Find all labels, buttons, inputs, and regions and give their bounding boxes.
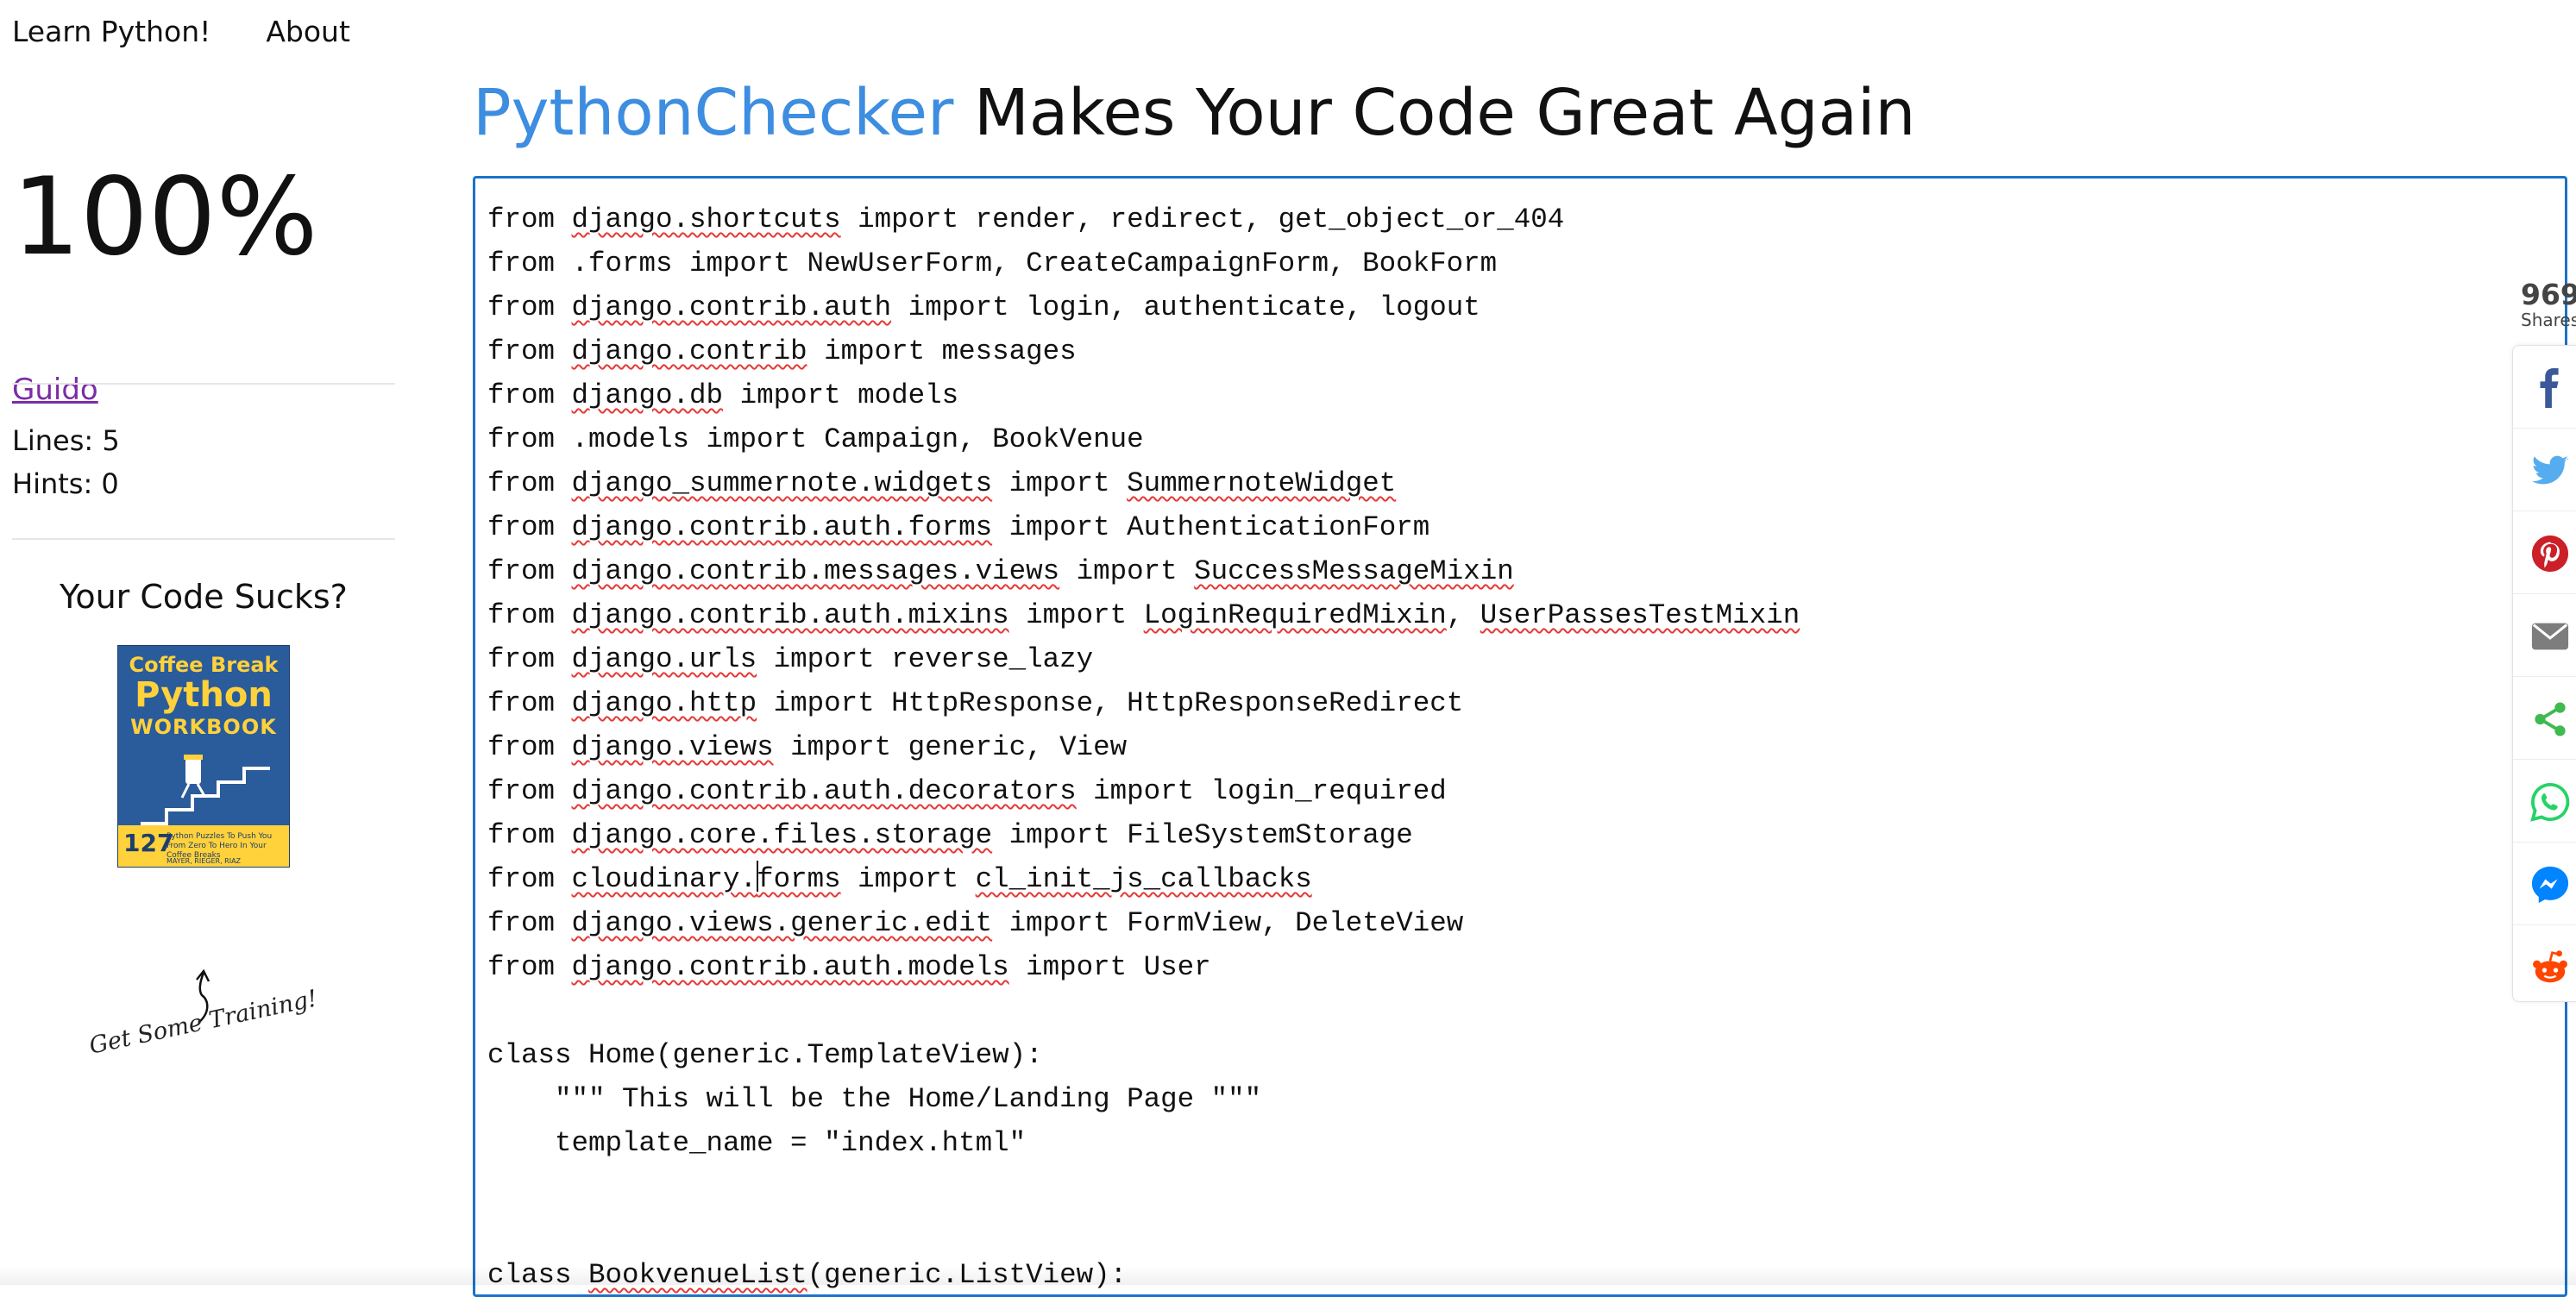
share-counter: 969 Shares	[2521, 278, 2576, 330]
spellcheck-underline: django.views.generic.edit	[571, 907, 993, 939]
top-nav: Learn Python! About	[12, 12, 350, 50]
email-icon	[2531, 623, 2569, 650]
pinterest-share-button[interactable]	[2513, 511, 2576, 594]
spellcheck-underline: django.urls	[571, 643, 757, 675]
code-editor[interactable]: from django.shortcuts import render, red…	[473, 176, 2567, 1297]
score-value: 100%	[12, 155, 318, 279]
stairs-illustration-icon	[141, 755, 270, 825]
spellcheck-underline: cl_init_js_callbacks	[975, 863, 1312, 895]
lines-stat: Lines: 5	[12, 424, 120, 457]
spellcheck-underline: LoginRequiredMixin	[1143, 599, 1447, 631]
sidebar-divider-bottom	[12, 538, 395, 540]
messenger-icon	[2531, 866, 2569, 904]
twitter-icon	[2531, 455, 2569, 485]
share-sidebar	[2512, 345, 2576, 1002]
email-share-button[interactable]	[2513, 594, 2576, 677]
author-link[interactable]: Guido	[12, 373, 98, 407]
spellcheck-underline: cloudinary.forms	[572, 861, 841, 895]
spellcheck-underline: UserPassesTestMixin	[1480, 599, 1800, 631]
spellcheck-underline: django.contrib.auth.models	[571, 951, 1009, 983]
spellcheck-underline: SuccessMessageMixin	[1194, 555, 1514, 587]
spellcheck-underline: SummernoteWidget	[1127, 467, 1397, 499]
spellcheck-underline: django.db	[571, 379, 724, 411]
share-count-value: 969	[2521, 278, 2576, 311]
pinterest-icon	[2531, 535, 2569, 573]
spellcheck-underline: django.contrib.auth	[571, 291, 892, 323]
sidebar-divider-top	[12, 383, 395, 385]
promo-title: Your Code Sucks?	[60, 578, 348, 616]
hints-stat: Hints: 0	[12, 467, 119, 500]
spellcheck-underline: django.http	[571, 687, 757, 719]
facebook-icon	[2540, 368, 2559, 408]
title-tagline: Makes Your Code Great Again	[953, 76, 1916, 150]
whatsapp-share-button[interactable]	[2513, 760, 2576, 843]
messenger-share-button[interactable]	[2513, 843, 2576, 925]
reddit-share-button[interactable]	[2513, 925, 2576, 1008]
book-cover-image[interactable]: Coffee Break Python WORKBOOK 127 Python …	[117, 645, 290, 868]
book-title-line1: Coffee Break	[129, 653, 279, 677]
twitter-share-button[interactable]	[2513, 429, 2576, 511]
reddit-icon	[2533, 950, 2567, 983]
spellcheck-underline: django.core.files.storage	[571, 819, 993, 851]
facebook-share-button[interactable]	[2513, 346, 2576, 429]
share-icon	[2535, 702, 2566, 736]
book-band: 127 Python Puzzles To Push You From Zero…	[118, 825, 289, 867]
page-title: PythonChecker Makes Your Code Great Agai…	[473, 76, 1915, 150]
brand-name: PythonChecker	[473, 76, 954, 150]
spellcheck-underline: django.contrib.auth.mixins	[571, 599, 1009, 631]
spellcheck-underline: django_summernote.widgets	[571, 467, 993, 499]
book-subtitle: Python Puzzles To Push You From Zero To …	[166, 832, 273, 860]
nav-about[interactable]: About	[266, 15, 350, 48]
spellcheck-underline: django.contrib.auth.forms	[571, 511, 993, 543]
spellcheck-underline: django.views	[571, 731, 774, 763]
text-caret	[757, 861, 759, 892]
sharethis-share-button[interactable]	[2513, 677, 2576, 760]
code-text[interactable]: from django.shortcuts import render, red…	[487, 197, 1800, 1294]
book-title-line3: WORKBOOK	[130, 715, 277, 739]
nav-learn-python[interactable]: Learn Python!	[12, 15, 210, 48]
spellcheck-underline: django.shortcuts	[571, 204, 841, 235]
spellcheck-underline: django.contrib.auth.decorators	[571, 775, 1077, 807]
whatsapp-icon	[2530, 782, 2570, 822]
book-title-line2: Python	[135, 675, 273, 715]
spellcheck-underline: django.contrib	[571, 335, 807, 367]
book-authors: MAYER, RIEGER, RIAZ	[166, 857, 242, 865]
bottom-edge-shadow	[0, 1266, 2576, 1285]
spellcheck-underline: django.contrib.messages.views	[571, 555, 1060, 587]
share-count-label: Shares	[2521, 310, 2576, 330]
